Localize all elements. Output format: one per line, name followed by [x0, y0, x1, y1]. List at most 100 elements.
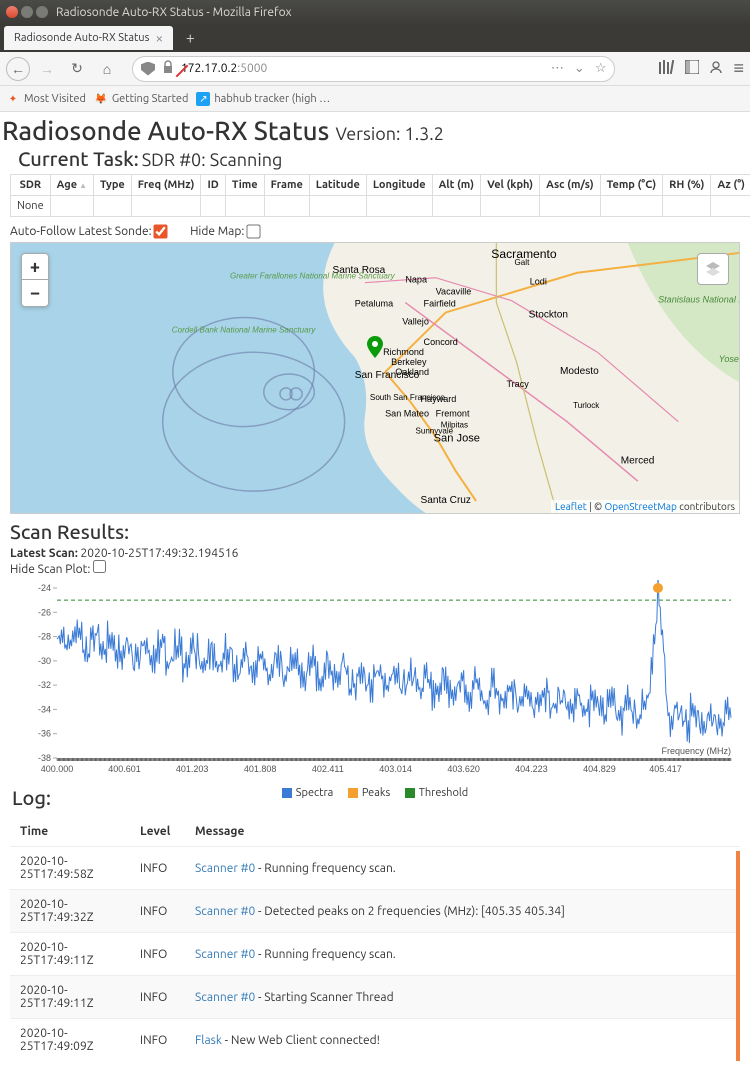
cell: None	[11, 196, 51, 217]
log-time: 2020-10-25T17:49:32Z	[10, 890, 130, 933]
cell	[131, 196, 201, 217]
svg-text:Fairfield: Fairfield	[424, 299, 456, 309]
log-message: Flask - New Web Client connected!	[185, 1019, 740, 1062]
page-actions-icon[interactable]: ⋯	[551, 61, 564, 76]
col-rh[interactable]: RH (%)	[663, 175, 711, 196]
svg-text:Fremont: Fremont	[436, 409, 470, 419]
svg-text:Tracy: Tracy	[506, 379, 529, 389]
bookmark-getting-started[interactable]: 🦊Getting Started	[94, 92, 189, 106]
col-type[interactable]: Type	[94, 175, 132, 196]
svg-text:Merced: Merced	[621, 456, 655, 467]
window-title: Radiosonde Auto-RX Status - Mozilla Fire…	[56, 6, 292, 19]
log-time: 2020-10-25T17:49:09Z	[10, 1019, 130, 1062]
col-altm[interactable]: Alt (m)	[432, 175, 480, 196]
svg-text:Berkeley: Berkeley	[391, 358, 427, 368]
col-frame[interactable]: Frame	[264, 175, 309, 196]
latest-scan-value: 2020-10-25T17:49:32.194516	[81, 547, 239, 560]
home-button[interactable]: ⌂	[94, 56, 120, 82]
svg-text:-34: -34	[38, 705, 51, 715]
map-marker-icon	[367, 336, 383, 362]
leaflet-link[interactable]: Leaflet	[555, 501, 587, 512]
url-bar[interactable]: 172.17.0.2:5000 ⋯ ⌄ ☆	[132, 56, 615, 82]
window-minimize-button[interactable]	[21, 6, 33, 18]
sidebar-icon[interactable]	[685, 60, 699, 77]
cell	[600, 196, 663, 217]
cell	[94, 196, 132, 217]
svg-text:Concord: Concord	[424, 338, 458, 348]
svg-text:Vallejo: Vallejo	[402, 317, 429, 327]
window-close-button[interactable]	[6, 6, 18, 18]
hamburger-menu-icon[interactable]: ≡	[733, 58, 744, 79]
svg-text:Santa Cruz: Santa Cruz	[421, 496, 471, 507]
log-level: INFO	[130, 976, 185, 1019]
latest-scan-label: Latest Scan:	[10, 547, 78, 560]
autofollow-option[interactable]: Auto-Follow Latest Sonde:	[10, 225, 167, 238]
col-az[interactable]: Az (°)	[711, 175, 750, 196]
col-longitude[interactable]: Longitude	[366, 175, 432, 196]
col-freqmhz[interactable]: Freq (MHz)	[131, 175, 201, 196]
map-container[interactable]: Sacramento Santa Rosa Napa Vacaville Fai…	[10, 242, 740, 514]
new-tab-button[interactable]: +	[177, 27, 203, 49]
svg-text:Lodi: Lodi	[530, 277, 547, 287]
log-header-time: Time	[10, 817, 130, 847]
bookmark-star-icon[interactable]: ☆	[595, 61, 607, 76]
reader-mode-icon[interactable]: ⌄	[574, 61, 585, 76]
library-icon[interactable]	[659, 60, 675, 77]
account-icon[interactable]	[709, 60, 723, 77]
cell	[264, 196, 309, 217]
cell	[366, 196, 432, 217]
hidemap-option[interactable]: Hide Map:	[190, 225, 260, 238]
zoom-out-button[interactable]: −	[22, 280, 48, 306]
bookmark-most-visited[interactable]: ✦Most Visited	[6, 92, 86, 106]
col-age[interactable]: Age▲	[50, 175, 93, 196]
svg-text:-26: -26	[38, 608, 51, 618]
col-velkph[interactable]: Vel (kph)	[481, 175, 540, 196]
svg-text:400.000: 400.000	[41, 764, 74, 774]
col-id[interactable]: ID	[201, 175, 225, 196]
svg-text:Yosemite National Park: Yosemite National Park	[719, 355, 739, 365]
page-title: Radiosonde Auto-RX Status Version: 1.3.2	[2, 116, 748, 145]
back-button[interactable]: ←	[6, 57, 30, 81]
sonde-data-table: SDRAge▲TypeFreq (MHz)IDTimeFrameLatitude…	[10, 174, 750, 217]
zoom-in-button[interactable]: +	[22, 254, 48, 280]
col-latitude[interactable]: Latitude	[309, 175, 366, 196]
col-tempc[interactable]: Temp (°C)	[600, 175, 663, 196]
log-row: 2020-10-25T17:49:09Z INFO Flask - New We…	[10, 1019, 740, 1062]
tab-close-icon[interactable]: ×	[155, 30, 163, 46]
legend-peaks: Peaks	[348, 787, 390, 799]
url-host: 172.17.0.2:5000	[181, 62, 267, 75]
svg-text:-28: -28	[38, 632, 51, 642]
browser-tab[interactable]: Radiosonde Auto-RX Status ×	[4, 26, 173, 50]
log-table: Time Level Message 2020-10-25T17:49:58Z …	[10, 817, 740, 1061]
map-attribution: Leaflet | © OpenStreetMap contributors	[551, 500, 739, 513]
col-time[interactable]: Time	[225, 175, 264, 196]
hide-scan-plot-label: Hide Scan Plot:	[10, 563, 90, 576]
log-time: 2020-10-25T17:49:11Z	[10, 976, 130, 1019]
svg-text:San Francisco: San Francisco	[355, 370, 420, 381]
autofollow-checkbox[interactable]	[154, 225, 168, 239]
log-row: 2020-10-25T17:49:11Z INFO Scanner #0 - S…	[10, 976, 740, 1019]
bookmark-toolbar: ✦Most Visited 🦊Getting Started ↗habhub t…	[0, 86, 750, 112]
browser-navbar: ← → ↻ ⌂ 172.17.0.2:5000 ⋯ ⌄ ☆ ≡	[0, 52, 750, 86]
cell	[50, 196, 93, 217]
svg-text:Cordell Bank National Marine S: Cordell Bank National Marine Sanctuary	[172, 326, 317, 335]
forward-button[interactable]: →	[34, 56, 60, 82]
svg-text:403.014: 403.014	[379, 764, 412, 774]
legend-threshold: Threshold	[405, 787, 468, 799]
svg-text:San Mateo: San Mateo	[385, 409, 429, 419]
map-layers-button[interactable]	[697, 253, 729, 285]
col-sdr[interactable]: SDR	[11, 175, 51, 196]
svg-text:-24: -24	[38, 583, 51, 593]
reload-button[interactable]: ↻	[64, 56, 90, 82]
svg-text:Frequency (MHz): Frequency (MHz)	[661, 746, 731, 756]
osm-link[interactable]: OpenStreetMap	[604, 501, 676, 512]
window-maximize-button[interactable]	[36, 6, 48, 18]
tab-strip: Radiosonde Auto-RX Status × +	[0, 24, 750, 52]
cell	[663, 196, 711, 217]
col-ascms[interactable]: Asc (m/s)	[540, 175, 601, 196]
log-header-message: Message	[185, 817, 740, 847]
hide-scan-plot-checkbox[interactable]	[93, 560, 106, 573]
hidemap-checkbox[interactable]	[246, 225, 260, 239]
bookmark-habhub[interactable]: ↗habhub tracker (high …	[196, 92, 330, 106]
insecure-icon	[161, 60, 175, 77]
